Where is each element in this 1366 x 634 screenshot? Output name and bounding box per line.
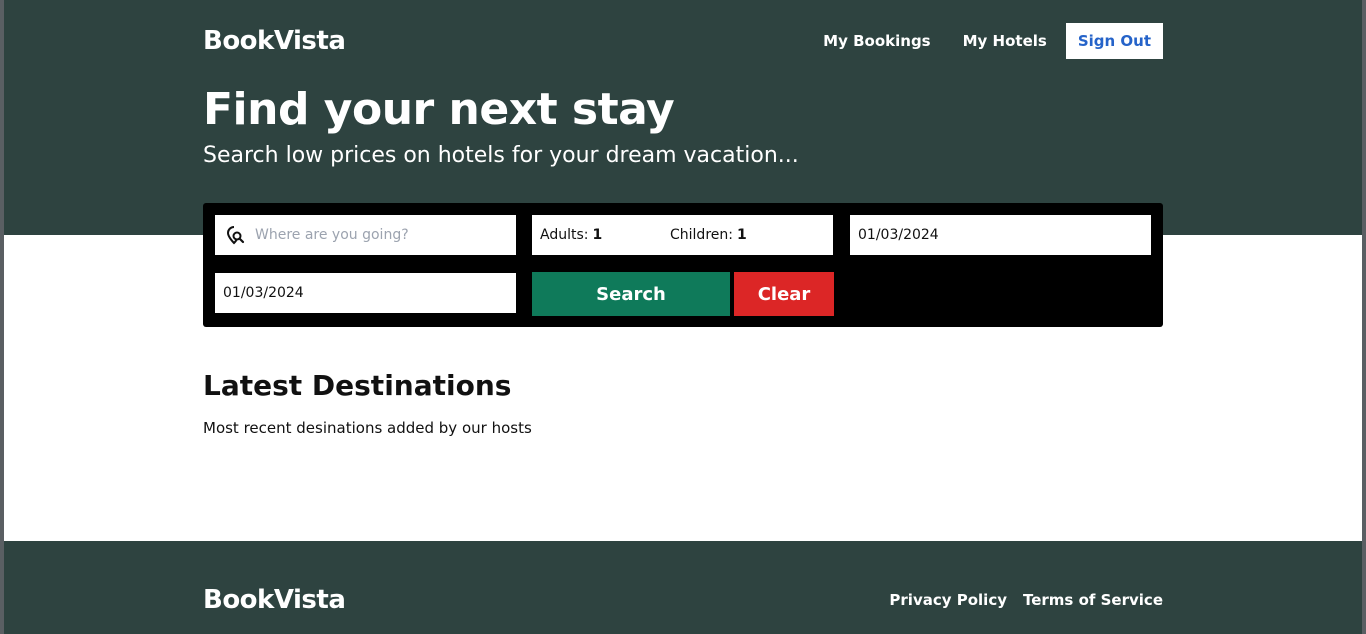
hero-section: BookVista My Bookings My Hotels Sign Out… <box>4 0 1362 235</box>
latest-destinations-title: Latest Destinations <box>203 369 512 402</box>
children-value: 1 <box>736 227 747 243</box>
privacy-policy-link[interactable]: Privacy Policy <box>889 591 1007 609</box>
check-out-date-input[interactable]: 01/03/2024 <box>215 273 516 313</box>
adults-label: Adults: <box>540 227 589 243</box>
main-nav: My Bookings My Hotels Sign Out <box>791 23 1163 59</box>
page: BookVista My Bookings My Hotels Sign Out… <box>4 0 1362 634</box>
footer-logo[interactable]: BookVista <box>203 585 346 615</box>
footer-links: Privacy Policy Terms of Service <box>873 591 1163 609</box>
children-input[interactable]: Children: 1 <box>670 227 800 243</box>
hero-subtitle: Search low prices on hotels for your dre… <box>203 143 799 168</box>
latest-destinations-subtitle: Most recent desinations added by our hos… <box>203 419 532 437</box>
check-in-value: 01/03/2024 <box>858 227 939 243</box>
location-search-icon <box>225 225 245 245</box>
footer: BookVista Privacy Policy Terms of Servic… <box>4 541 1362 634</box>
sign-out-button[interactable]: Sign Out <box>1065 23 1163 59</box>
search-bar: Adults: 1 Children: 1 01/03/2024 01/03/2… <box>203 203 1163 327</box>
children-label: Children: <box>670 227 733 243</box>
adults-value: 1 <box>592 227 603 243</box>
nav-my-bookings[interactable]: My Bookings <box>823 32 930 50</box>
hero-title: Find your next stay <box>203 84 675 135</box>
destination-field[interactable] <box>215 215 516 255</box>
clear-button[interactable]: Clear <box>734 272 834 316</box>
check-out-value: 01/03/2024 <box>223 285 304 301</box>
check-in-date-input[interactable]: 01/03/2024 <box>850 215 1151 255</box>
search-button[interactable]: Search <box>532 272 730 316</box>
adults-input[interactable]: Adults: 1 <box>540 227 670 243</box>
terms-of-service-link[interactable]: Terms of Service <box>1023 591 1163 609</box>
logo[interactable]: BookVista <box>203 26 346 56</box>
guests-field: Adults: 1 Children: 1 <box>532 215 833 255</box>
nav-my-hotels[interactable]: My Hotels <box>963 32 1047 50</box>
destination-input[interactable] <box>253 226 507 244</box>
